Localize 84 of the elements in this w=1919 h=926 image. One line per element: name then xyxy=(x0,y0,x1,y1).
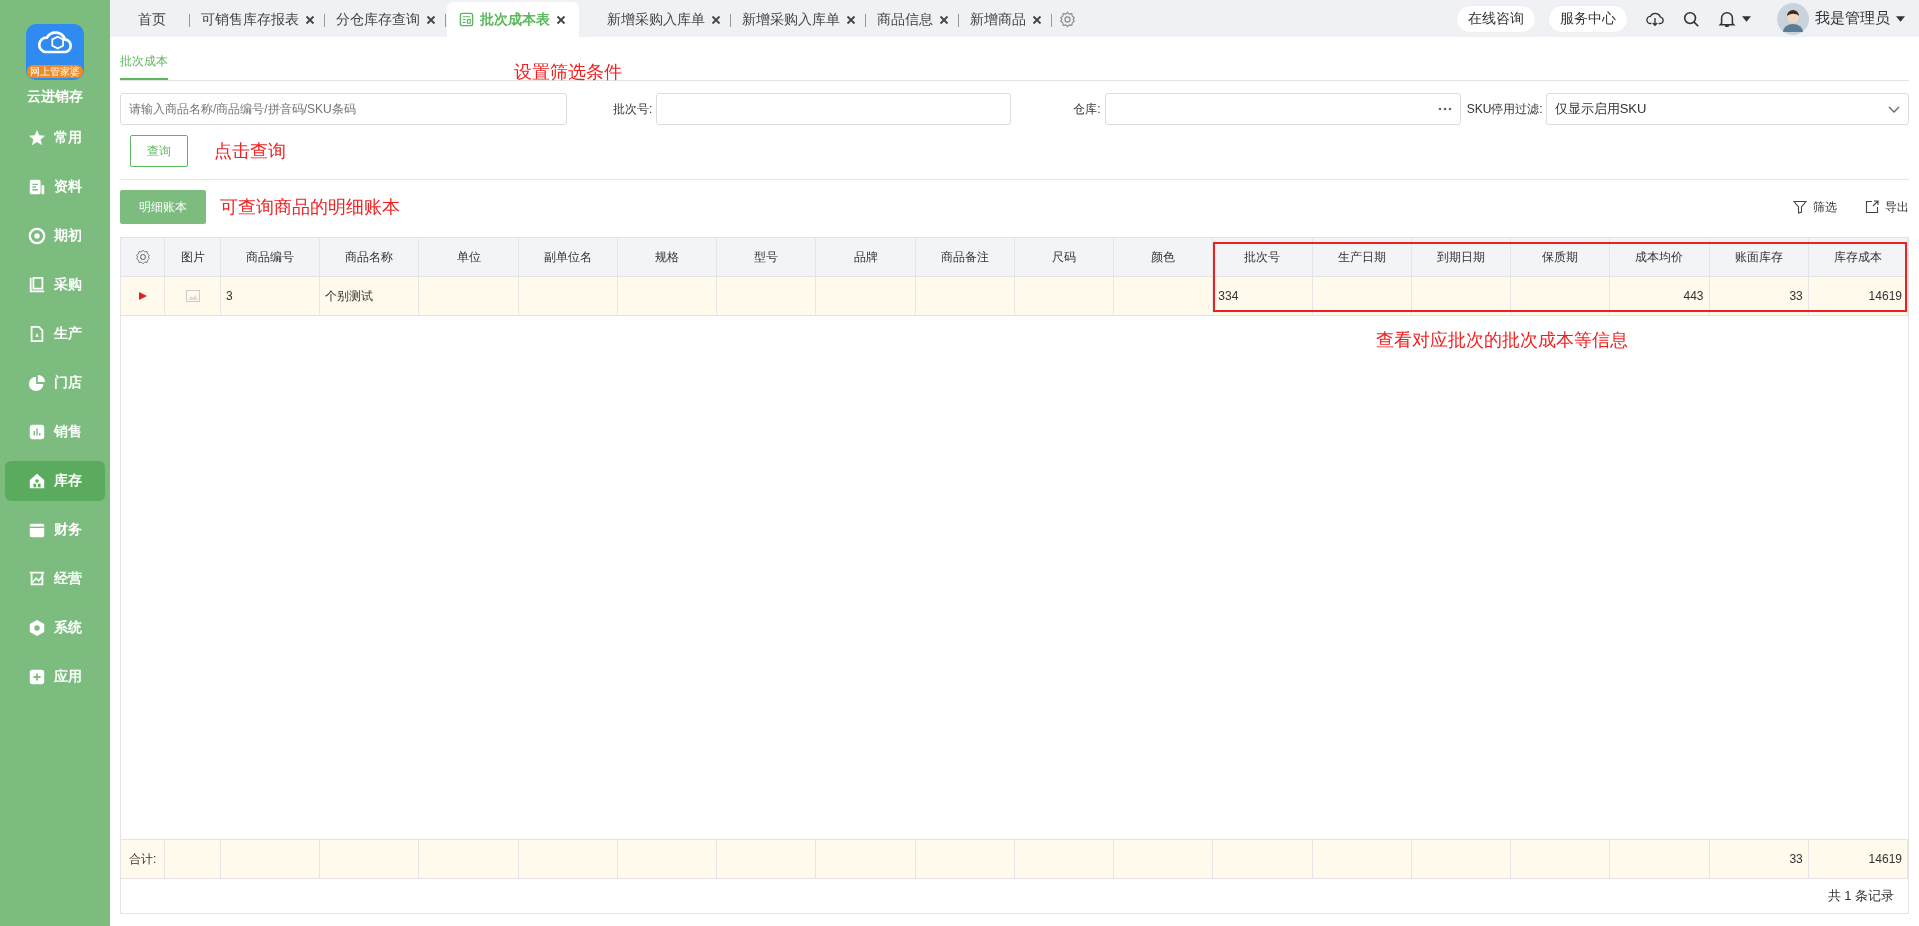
table-cell: 14619 xyxy=(1808,840,1908,878)
close-icon[interactable] xyxy=(426,14,436,25)
page-tab[interactable]: 分仓库存查询 xyxy=(326,2,447,37)
hex-icon xyxy=(28,619,46,637)
annotation-text: 设置筛选条件 xyxy=(514,61,622,84)
close-icon[interactable] xyxy=(305,14,315,25)
column-header[interactable]: 保质期 xyxy=(1511,238,1611,276)
field-label: 批次号: xyxy=(613,100,653,118)
cloud-box-icon xyxy=(37,30,73,56)
column-header[interactable]: 尺码 xyxy=(1014,238,1115,276)
export-icon xyxy=(1865,200,1879,214)
star-icon xyxy=(28,129,46,147)
column-header[interactable]: 图片 xyxy=(165,238,221,276)
trend-icon xyxy=(28,570,46,588)
warehouse-field[interactable] xyxy=(1104,93,1461,125)
app-name: 云进销存 xyxy=(27,88,83,106)
user-name[interactable]: 我是管理员 xyxy=(1815,9,1890,28)
batch-number-field[interactable] xyxy=(656,93,1012,125)
logo-badge: 网上管家婆 xyxy=(27,65,83,78)
search-field[interactable]: 请输入商品名称/商品编号/拼音码/SKU条码 xyxy=(120,93,567,125)
caret-icon[interactable] xyxy=(1742,15,1751,22)
column-header[interactable]: 账面库存 xyxy=(1709,238,1809,276)
table-cell: 合计: xyxy=(121,840,165,878)
annotation-text: 点击查询 xyxy=(214,140,286,163)
annotation-text: 查看对应批次的批次成本等信息 xyxy=(1376,329,1628,352)
record-count: 共 1 条记录 xyxy=(1827,887,1894,905)
pie-icon xyxy=(28,374,46,392)
table-cell: 443 xyxy=(1610,277,1710,315)
close-icon[interactable] xyxy=(711,14,721,25)
image-icon xyxy=(185,290,200,302)
search-icon[interactable] xyxy=(1682,9,1700,28)
chevron-down-icon xyxy=(1888,105,1900,113)
page-tab[interactable]: 可销售库存报表 xyxy=(191,2,326,37)
table-cell: 3 xyxy=(221,277,321,315)
plus-icon xyxy=(28,668,46,686)
bell-icon[interactable] xyxy=(1718,9,1736,28)
table-icon xyxy=(459,12,474,27)
column-header[interactable]: 品牌 xyxy=(816,238,916,276)
sku-filter-dropdown[interactable]: 仅显示启用SKU xyxy=(1545,93,1909,125)
column-header[interactable]: 到期日期 xyxy=(1411,238,1512,276)
avatar-icon[interactable] xyxy=(1777,2,1809,35)
settings-icon[interactable] xyxy=(1059,11,1076,28)
column-header[interactable]: 副单位名 xyxy=(518,238,618,276)
house-icon xyxy=(28,472,46,490)
table-cell: 334 xyxy=(1213,277,1313,315)
column-header[interactable]: 生产日期 xyxy=(1312,238,1412,276)
file-icon xyxy=(28,325,46,343)
chart-icon xyxy=(28,423,46,441)
settings-icon[interactable] xyxy=(134,249,151,265)
export-button[interactable]: 导出 xyxy=(1865,198,1909,216)
column-header[interactable]: 商品名称 xyxy=(320,238,420,276)
field-label: 仓库: xyxy=(1073,100,1101,118)
column-header[interactable]: 单位 xyxy=(419,238,519,276)
table-cell: 33 xyxy=(1709,840,1809,878)
column-header[interactable]: 颜色 xyxy=(1114,238,1214,276)
column-header[interactable]: 批次号 xyxy=(1213,238,1313,276)
more-icon[interactable] xyxy=(1437,107,1452,111)
header-button[interactable]: 在线咨询 xyxy=(1456,4,1536,33)
caret-icon[interactable] xyxy=(1896,15,1905,22)
page-tab[interactable]: 新增采购入库单 xyxy=(732,2,867,37)
page-tab[interactable]: 新增商品 xyxy=(960,2,1053,37)
header-button[interactable]: 服务中心 xyxy=(1548,4,1628,33)
close-icon[interactable] xyxy=(939,14,949,25)
annotation-text: 可查询商品的明细账本 xyxy=(220,196,400,219)
page-tab[interactable]: 首页 xyxy=(118,2,191,37)
column-header[interactable]: 商品编号 xyxy=(221,238,321,276)
close-icon[interactable] xyxy=(556,14,566,25)
table-cell: 33 xyxy=(1709,277,1809,315)
field-label: SKU停用过滤: xyxy=(1466,100,1543,118)
page-tab[interactable]: 商品信息 xyxy=(867,2,960,37)
close-icon[interactable] xyxy=(846,14,856,25)
target-icon xyxy=(28,227,46,245)
close-icon[interactable] xyxy=(1032,14,1042,25)
column-header[interactable]: 库存成本 xyxy=(1808,238,1908,276)
table-cell: 个别测试 xyxy=(320,277,420,315)
column-header[interactable]: 成本均价 xyxy=(1610,238,1710,276)
column-header[interactable]: 规格 xyxy=(617,238,718,276)
page-tab[interactable]: 新增采购入库单 xyxy=(579,2,732,37)
column-header[interactable]: 型号 xyxy=(717,238,817,276)
table-cell: 14619 xyxy=(1808,277,1908,315)
filter-icon xyxy=(1793,200,1807,214)
filter-button[interactable]: 筛选 xyxy=(1793,198,1837,216)
column-header[interactable]: 商品备注 xyxy=(915,238,1015,276)
doc-icon xyxy=(28,178,46,196)
